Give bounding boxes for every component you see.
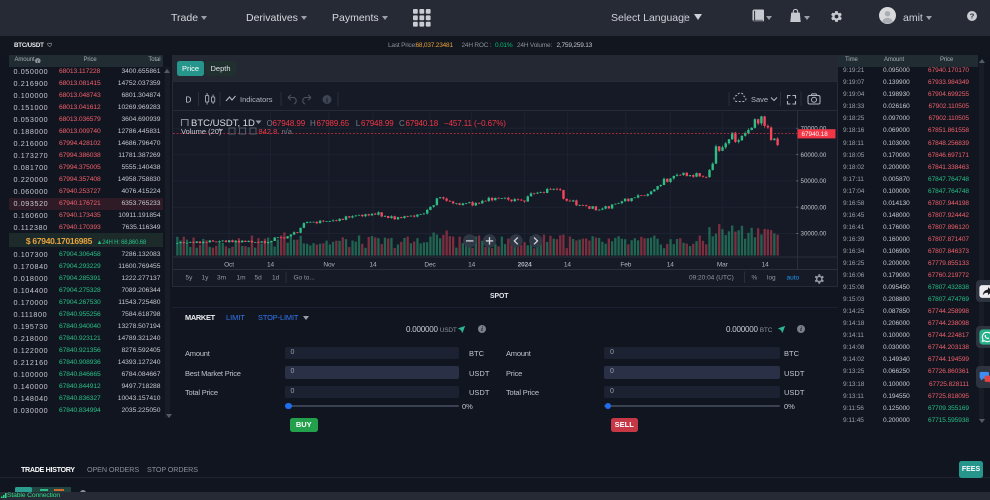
svg-text:60000.00: 60000.00: [801, 152, 827, 159]
svg-text:Dec: Dec: [424, 262, 436, 269]
svg-text:50000.00: 50000.00: [801, 178, 827, 185]
svg-text:Volume (20): Volume (20): [181, 127, 222, 136]
svg-text:−457.11 (−0.67%): −457.11 (−0.67%): [444, 119, 506, 128]
svg-text:C: C: [399, 119, 405, 128]
svg-text:09:20:04 (UTC): 09:20:04 (UTC): [689, 275, 734, 282]
svg-text:30000.00: 30000.00: [801, 231, 827, 238]
svg-text:67989.65: 67989.65: [317, 119, 350, 128]
svg-text:5y: 5y: [186, 275, 194, 282]
svg-text:Feb: Feb: [620, 262, 631, 269]
svg-text:14: 14: [369, 262, 377, 269]
svg-text:Nov: Nov: [323, 262, 335, 269]
svg-text:D: D: [186, 96, 192, 105]
svg-text:14: 14: [267, 262, 275, 269]
svg-text:14: 14: [468, 262, 476, 269]
svg-text:H: H: [310, 119, 316, 128]
svg-text:67940.18: 67940.18: [802, 131, 829, 138]
svg-text:?: ?: [969, 12, 974, 21]
svg-text:67948.99: 67948.99: [361, 119, 394, 128]
svg-text:Save: Save: [751, 95, 768, 104]
svg-text:Mar: Mar: [717, 262, 729, 269]
svg-text:14: 14: [762, 262, 770, 269]
svg-text:3m: 3m: [217, 275, 226, 282]
svg-text:842.8: 842.8: [259, 127, 278, 136]
svg-text:1y: 1y: [202, 275, 210, 282]
svg-text:i: i: [326, 96, 328, 104]
svg-text:2024: 2024: [518, 262, 533, 269]
svg-text:Oct: Oct: [224, 262, 234, 269]
svg-text:67940.18: 67940.18: [406, 119, 439, 128]
svg-text:%: %: [752, 275, 758, 282]
svg-text:Go to...: Go to...: [294, 275, 316, 282]
svg-text:Indicators: Indicators: [240, 95, 273, 104]
svg-text:n/a: n/a: [282, 127, 293, 136]
svg-text:1m: 1m: [237, 275, 246, 282]
svg-text:L: L: [356, 119, 361, 128]
svg-text:auto: auto: [787, 275, 800, 282]
svg-text:40000.00: 40000.00: [801, 204, 827, 211]
svg-text:5d: 5d: [255, 275, 263, 282]
svg-text:14: 14: [564, 262, 572, 269]
svg-text:log: log: [767, 275, 776, 282]
svg-text:i: i: [481, 326, 483, 333]
svg-text:1d: 1d: [272, 275, 280, 282]
svg-text:14: 14: [667, 262, 675, 269]
svg-text:i: i: [800, 326, 802, 333]
